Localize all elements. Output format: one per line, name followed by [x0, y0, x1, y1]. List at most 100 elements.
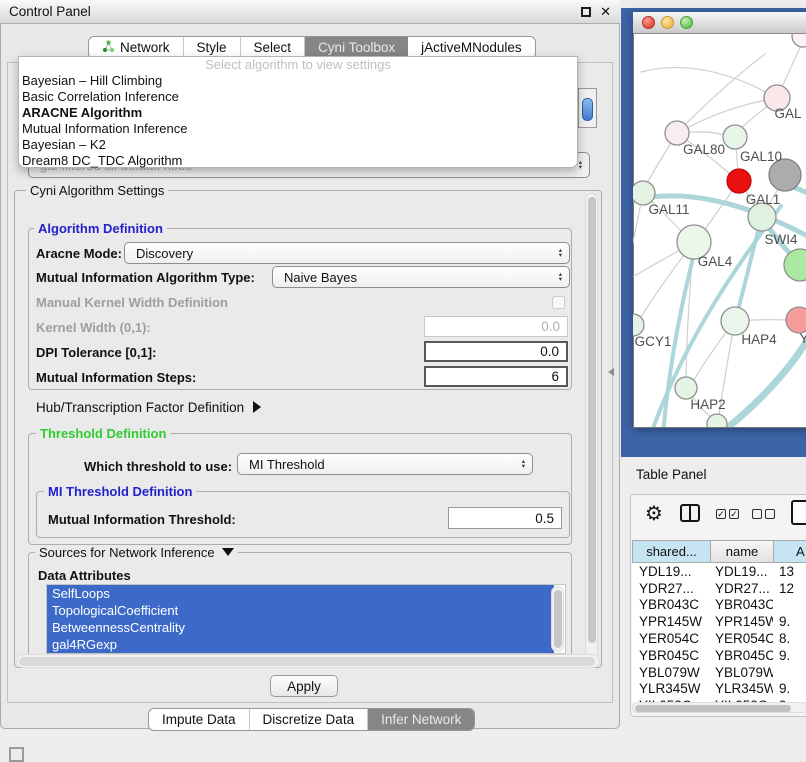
attribute-item-betweennesscentrality[interactable]: BetweennessCentrality: [47, 619, 554, 636]
apply-button-label: Apply: [287, 679, 321, 694]
table-cell: YER054C: [710, 631, 773, 646]
table-row[interactable]: YBR045CYBR045C9.: [632, 647, 806, 664]
network-node-swi4[interactable]: [748, 203, 776, 231]
tab-style[interactable]: Style: [184, 37, 241, 58]
table-row[interactable]: YDL19...YDL19...13: [632, 563, 806, 580]
algorithm-option-dream8-dc-tdc-algorithm[interactable]: Dream8 DC_TDC Algorithm: [19, 153, 577, 169]
node-label-gal80: GAL80: [683, 142, 725, 157]
attribute-list-scrollbar[interactable]: [551, 586, 564, 652]
scrollbar-thumb[interactable]: [19, 657, 595, 666]
select-all-checkbox-icon-2[interactable]: ✓: [729, 509, 739, 519]
column-header-name[interactable]: name: [710, 540, 774, 563]
kernel-width-label: Kernel Width (0,1):: [36, 320, 151, 335]
attribute-item-selfloops[interactable]: SelfLoops: [47, 585, 554, 602]
scrollbar-thumb[interactable]: [635, 705, 791, 712]
close-panel-icon[interactable]: ✕: [600, 7, 611, 17]
node-label-swi4: SWI4: [764, 232, 797, 247]
network-node-y[interactable]: [786, 307, 806, 333]
mi-steps-value: 6: [551, 369, 559, 384]
gear-icon[interactable]: ⚙: [645, 504, 663, 524]
tab-network[interactable]: Network: [89, 37, 184, 58]
table-row[interactable]: YER054CYER054C8.: [632, 630, 806, 647]
scrollbar-thumb[interactable]: [554, 590, 562, 648]
screen: Control Panel ✕ NetworkStyleSelectCyni T…: [0, 0, 806, 762]
tab-cyni-toolbox[interactable]: Cyni Toolbox: [305, 37, 408, 58]
attribute-item-topologicalcoefficient[interactable]: TopologicalCoefficient: [47, 602, 554, 619]
combo-spinner-icon: ▴▾: [579, 160, 582, 170]
table-row[interactable]: YDR27...YDR27...12: [632, 580, 806, 597]
table-sheet-icon[interactable]: [791, 500, 806, 525]
table-cell: YLR345W: [710, 681, 773, 696]
network-node[interactable]: [792, 34, 806, 47]
table-cell: YBR045C: [632, 648, 710, 663]
attribute-item-gal4rgexp[interactable]: gal4RGexp: [47, 636, 554, 653]
network-window-titlebar[interactable]: [633, 12, 806, 34]
network-node-gal1[interactable]: [727, 169, 751, 193]
zoom-window-icon[interactable]: [680, 16, 693, 29]
deselect-checkbox-icon-2[interactable]: [765, 509, 775, 519]
algorithm-dropdown-hint: Select algorithm to view settings: [19, 57, 577, 73]
panel-resize-arrow-icon[interactable]: [608, 368, 614, 376]
settings-horizontal-scrollbar[interactable]: [16, 654, 600, 668]
sources-group-toggle[interactable]: Sources for Network Inference: [35, 545, 238, 560]
combo-spinner-icon: ▴▾: [559, 248, 562, 258]
mi-type-combo[interactable]: Naive Bayes ▴▾: [272, 266, 570, 288]
dpi-tolerance-field[interactable]: 0.0: [424, 341, 568, 362]
minimize-window-icon[interactable]: [661, 16, 674, 29]
algorithm-definition-title: Algorithm Definition: [34, 221, 167, 236]
network-node-hap4[interactable]: [721, 307, 749, 335]
network-canvas[interactable]: GALGAL80GAL10GAL1GAL11SWI4GAL4GCY1HAP4YH…: [633, 34, 806, 427]
combo-spinner-icon: ▴▾: [559, 272, 562, 282]
tab-jactivemnodules[interactable]: jActiveMNodules: [408, 37, 535, 58]
deselect-checkbox-icon[interactable]: [752, 509, 762, 519]
column-header-shared[interactable]: shared...: [632, 540, 711, 563]
network-node-hap2[interactable]: [675, 377, 697, 399]
algorithm-option-aracne-algorithm[interactable]: ARACNE Algorithm: [19, 105, 577, 121]
table-row[interactable]: YPR145WYPR145W9.: [632, 613, 806, 630]
tab-infer-network[interactable]: Infer Network: [368, 709, 474, 730]
settings-vertical-scrollbar[interactable]: [585, 193, 598, 663]
column-header-label: A: [796, 544, 805, 559]
column-view-icon[interactable]: [680, 504, 700, 522]
network-node-gal10[interactable]: [723, 125, 747, 149]
close-window-icon[interactable]: [642, 16, 655, 29]
apply-button[interactable]: Apply: [270, 675, 338, 697]
table-row[interactable]: YLR345WYLR345W9.: [632, 681, 806, 698]
table-row[interactable]: YBR043CYBR043C: [632, 597, 806, 614]
algorithm-option-bayesian-k2[interactable]: Bayesian – K2: [19, 137, 577, 153]
which-threshold-combo[interactable]: MI Threshold ▴▾: [237, 453, 533, 475]
network-edge: [735, 217, 762, 321]
inference-algorithm-combo-fragment[interactable]: [578, 88, 597, 128]
kernel-width-field[interactable]: 0.0: [424, 316, 568, 337]
table-cell: YLR345W: [632, 681, 710, 696]
aracne-mode-combo[interactable]: Discovery ▴▾: [124, 242, 570, 264]
algorithm-option-mutual-information-inference[interactable]: Mutual Information Inference: [19, 121, 577, 137]
aracne-mode-value: Discovery: [136, 246, 193, 261]
column-header-partial[interactable]: A: [773, 540, 806, 563]
table-horizontal-scrollbar[interactable]: [632, 702, 806, 713]
algorithm-option-bayesian-hill-climbing[interactable]: Bayesian – Hill Climbing: [19, 73, 577, 89]
network-node-gcy1[interactable]: [633, 314, 644, 336]
scrollbar-thumb[interactable]: [588, 197, 596, 643]
tab-impute-data[interactable]: Impute Data: [149, 709, 250, 730]
select-all-checkbox-icon[interactable]: ✓: [716, 509, 726, 519]
node-label-gal10: GAL10: [740, 149, 782, 164]
float-panel-icon[interactable]: [581, 7, 591, 17]
cyni-algorithm-settings-title: Cyni Algorithm Settings: [26, 183, 168, 198]
tab-select[interactable]: Select: [241, 37, 306, 58]
dpi-tolerance-label: DPI Tolerance [0,1]:: [36, 345, 156, 360]
node-label-gcy1: GCY1: [635, 334, 672, 349]
mi-threshold-field[interactable]: 0.5: [448, 507, 562, 529]
mi-steps-field[interactable]: 6: [424, 366, 568, 387]
control-panel-titlebar[interactable]: Control Panel ✕: [0, 0, 620, 24]
collapsed-panel-icon[interactable]: [9, 747, 24, 762]
hub-definition-toggle[interactable]: Hub/Transcription Factor Definition: [36, 400, 261, 415]
node-label-hap2: HAP2: [690, 397, 725, 412]
table-cell: YDL19...: [632, 564, 710, 579]
manual-kernel-checkbox[interactable]: [552, 296, 565, 309]
combo-focus-button: [582, 98, 593, 121]
table-row[interactable]: YBL079WYBL079W: [632, 664, 806, 681]
tab-discretize-data[interactable]: Discretize Data: [250, 709, 369, 730]
expand-right-icon: [253, 401, 261, 413]
algorithm-option-basic-correlation-inference[interactable]: Basic Correlation Inference: [19, 89, 577, 105]
